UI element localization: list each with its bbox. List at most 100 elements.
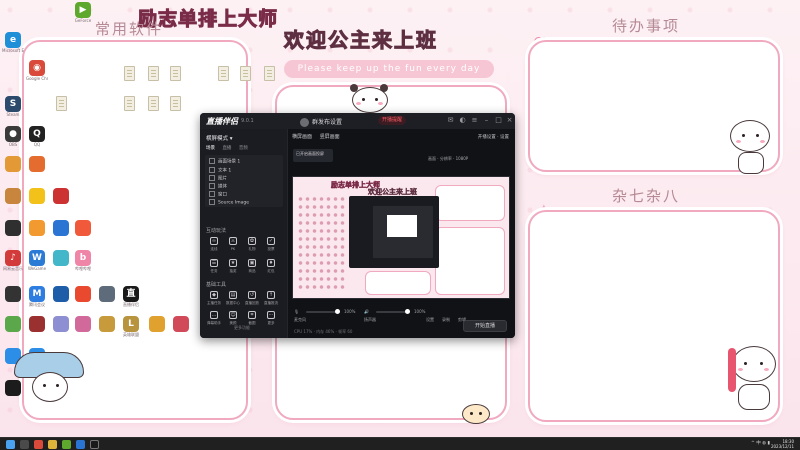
tool-button[interactable]: ✿ 礼物 <box>243 237 261 252</box>
desktop-icon[interactable] <box>2 220 24 244</box>
tool-button[interactable]: ✓ 投票 <box>262 237 280 252</box>
app-titlebar[interactable]: 直播伴侣 9.0.1 群发布设置 开播提醒 ✉ ◐ ≡ – □ × <box>200 113 515 129</box>
taskbar-clock[interactable]: 18:30 2023/12/11 <box>771 439 794 449</box>
document-file[interactable] <box>218 66 229 81</box>
source-item[interactable]: Source Image <box>209 199 249 206</box>
subtab-live[interactable]: 直播 <box>222 146 231 151</box>
taskbar-app-icon[interactable] <box>34 440 43 449</box>
tool-button[interactable]: ♦ 红包 <box>262 259 280 274</box>
subtab-audio[interactable]: 音频 <box>239 146 248 151</box>
speaker-volume-slider[interactable] <box>376 309 410 314</box>
scene-header[interactable]: 画面场景 1 <box>209 158 240 165</box>
mic-volume-slider[interactable] <box>306 309 340 314</box>
desktop-icon[interactable] <box>72 316 94 340</box>
skin-icon[interactable]: ◐ <box>458 116 467 125</box>
start-live-button[interactable]: 开始直播 <box>463 320 507 332</box>
desktop-icon[interactable] <box>2 188 24 212</box>
desktop-icon-lol[interactable]: L 英雄联盟 <box>120 316 142 340</box>
desktop-icon-meeting[interactable]: M 腾讯会议 <box>26 286 48 310</box>
document-file[interactable] <box>264 66 275 81</box>
more-functions-link[interactable]: 更多功能 <box>234 325 250 331</box>
tool-button[interactable]: … 弹幕助手 <box>205 311 223 326</box>
desktop-icon[interactable] <box>146 316 168 340</box>
tool-button[interactable]: ↺ 直播回放 <box>243 291 261 306</box>
document-file[interactable] <box>124 96 135 111</box>
speaker-icon[interactable]: 🔊 <box>364 309 369 314</box>
live-settings-link[interactable]: 开播设置 · 设置 <box>478 134 509 140</box>
tool-button[interactable]: ↑ 直播推流 <box>262 291 280 306</box>
taskbar-app-icon[interactable] <box>76 440 85 449</box>
tool-button[interactable]: ☺ 美颜 <box>224 311 242 326</box>
settings-tool[interactable]: 设置 <box>426 317 434 323</box>
subtab-scene[interactable]: 场景 <box>206 146 215 151</box>
desktop-icon[interactable] <box>2 156 24 180</box>
projection-thumbnail[interactable]: 已开启画面投屏 <box>293 149 333 162</box>
desktop-icon-chrome[interactable]: ◉ Google Chrome <box>26 60 48 84</box>
tab-landscape[interactable]: 横屏画面 <box>292 134 312 140</box>
desktop-icon[interactable] <box>96 286 118 310</box>
desktop-icon[interactable] <box>72 220 94 244</box>
tool-button[interactable]: ∞ 连线 <box>205 237 223 252</box>
orientation-select[interactable]: 横屏模式 ▾ <box>206 134 233 142</box>
record-tool[interactable]: 录制 <box>442 317 450 323</box>
tool-button[interactable]: ★ 抽奖 <box>224 259 242 274</box>
desktop-icon-live-companion[interactable]: 直 直播伴侣 <box>120 286 142 310</box>
taskbar-app-icon[interactable] <box>62 440 71 449</box>
document-file[interactable] <box>170 66 181 81</box>
desktop-icon[interactable] <box>72 286 94 310</box>
maximize-icon[interactable]: □ <box>494 116 503 125</box>
desktop-icon[interactable] <box>96 316 118 340</box>
source-item[interactable]: 窗口 <box>209 191 227 198</box>
desktop-icon-obs[interactable]: ● OBS <box>2 126 24 150</box>
tool-button[interactable]: ▣ 商品 <box>243 259 261 274</box>
tool-button[interactable]: ⋯ 更多 <box>262 311 280 326</box>
desktop-icon[interactable] <box>50 220 72 244</box>
taskbar-app-icon[interactable] <box>90 440 99 449</box>
minimize-icon[interactable]: – <box>482 116 491 125</box>
desktop-icon[interactable] <box>50 250 72 274</box>
desktop-icon-geforce[interactable]: ▶ GeForce <box>72 2 94 26</box>
desktop-icon[interactable] <box>26 220 48 244</box>
document-file[interactable] <box>124 66 135 81</box>
document-file[interactable] <box>148 96 159 111</box>
desktop-icon-qq[interactable]: Q QQ <box>26 126 48 150</box>
desktop-icon-netease-music[interactable]: ♪ 网易云音乐 <box>2 250 24 274</box>
document-file[interactable] <box>148 66 159 81</box>
system-tray[interactable]: ^ 中 ◍ ▮ <box>751 440 770 446</box>
tool-button[interactable]: ⌗ 截图 <box>243 311 261 326</box>
desktop-icon[interactable] <box>50 188 72 212</box>
close-icon[interactable]: × <box>505 116 514 125</box>
resolution-controls[interactable]: 画面 · 分辨率 · 1080P <box>428 156 468 162</box>
document-file[interactable] <box>56 96 67 111</box>
taskbar-app-icon[interactable] <box>20 440 29 449</box>
start-icon[interactable] <box>6 440 15 449</box>
tool-button[interactable]: ⚔ PK <box>224 237 242 251</box>
live-reminder-badge[interactable]: 开播提醒 <box>378 116 407 125</box>
document-file[interactable] <box>170 96 181 111</box>
menu-icon[interactable]: ≡ <box>470 116 479 125</box>
live-companion-window[interactable]: 直播伴侣 9.0.1 群发布设置 开播提醒 ✉ ◐ ≡ – □ × 横屏模式 ▾… <box>200 113 515 338</box>
live-preview[interactable]: 励志单排上大师 欢迎公主来上班 <box>292 176 510 299</box>
tool-button[interactable]: ◆ 主播任务 <box>205 291 223 306</box>
desktop-icon-edge[interactable]: e Microsoft Edge <box>2 32 24 56</box>
desktop-icon[interactable] <box>170 316 192 340</box>
desktop-icon[interactable] <box>2 316 24 340</box>
desktop-icon-wegame[interactable]: W WeGame <box>26 250 48 274</box>
desktop-icon[interactable] <box>2 380 24 404</box>
desktop-icon-bilibili[interactable]: b 哔哩哔哩 <box>72 250 94 274</box>
tab-portrait[interactable]: 竖屏画面 <box>320 134 340 140</box>
message-icon[interactable]: ✉ <box>446 116 455 125</box>
source-item[interactable]: 文本 1 <box>209 167 231 174</box>
tool-button[interactable]: ▤ 数据中心 <box>224 291 242 306</box>
account-name[interactable]: 群发布设置 <box>300 117 342 127</box>
desktop-icon[interactable] <box>2 286 24 310</box>
desktop-icon-steam[interactable]: S Steam <box>2 96 24 120</box>
desktop-icon[interactable] <box>50 286 72 310</box>
source-item[interactable]: 媒体 <box>209 183 227 190</box>
source-item[interactable]: 图片 <box>209 175 227 182</box>
tool-button[interactable]: ☰ 任务 <box>205 259 223 274</box>
desktop-icon[interactable] <box>26 188 48 212</box>
taskbar-app-icon[interactable] <box>48 440 57 449</box>
desktop-icon[interactable] <box>50 316 72 340</box>
mic-icon[interactable]: 🎙 <box>294 309 299 314</box>
